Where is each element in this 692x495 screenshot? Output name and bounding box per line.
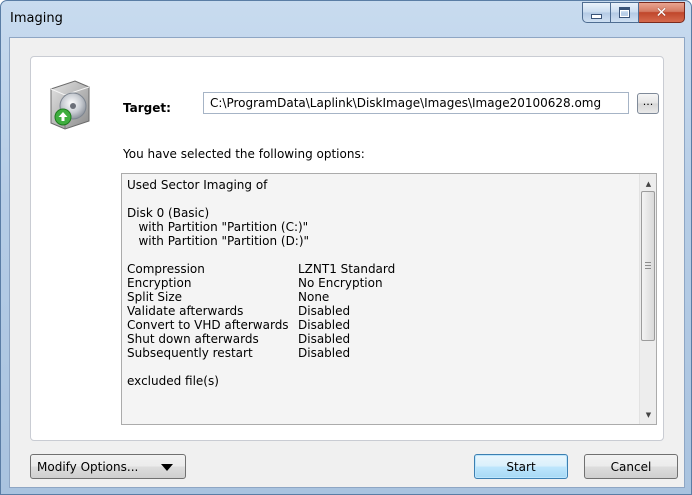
summary-content: Used Sector Imaging of Disk 0 (Basic) wi… <box>127 178 395 388</box>
scrollbar-thumb[interactable] <box>641 191 655 341</box>
setting-row: Subsequently restart Disabled <box>127 346 395 360</box>
cancel-button[interactable]: Cancel <box>584 454 678 479</box>
setting-row: Compression LZNT1 Standard <box>127 262 395 276</box>
browse-button[interactable]: ... <box>637 93 659 114</box>
setting-row: Encryption No Encryption <box>127 276 395 290</box>
setting-name: Split Size <box>127 290 183 304</box>
minimize-icon <box>591 13 602 19</box>
scroll-down-icon[interactable]: ▼ <box>640 406 656 423</box>
summary-header: Used Sector Imaging of <box>127 178 268 192</box>
modify-options-label: Modify Options... <box>37 459 139 474</box>
cancel-label: Cancel <box>610 459 652 474</box>
options-panel: Target: C:\ProgramData\Laplink\DiskImage… <box>30 56 664 441</box>
setting-value: Disabled <box>298 318 351 332</box>
setting-value: Disabled <box>298 304 351 318</box>
setting-name: Encryption <box>127 276 192 290</box>
selected-options-caption: You have selected the following options: <box>123 147 365 161</box>
disk-image-icon <box>50 80 90 130</box>
title-bar[interactable]: Imaging ✕ <box>1 1 691 37</box>
scrollbar-grip <box>645 262 651 271</box>
modify-options-button[interactable]: Modify Options... <box>30 454 186 479</box>
setting-row: Validate afterwards Disabled <box>127 304 395 318</box>
setting-row: Split Size None <box>127 290 395 304</box>
start-button[interactable]: Start <box>474 454 568 479</box>
close-icon: ✕ <box>655 4 668 21</box>
setting-name: Validate afterwards <box>127 304 244 318</box>
disk-line: Disk 0 (Basic) <box>127 206 210 220</box>
setting-name: Compression <box>127 262 205 276</box>
target-label: Target: <box>123 101 171 115</box>
setting-name: Subsequently restart <box>127 346 253 360</box>
dropdown-arrow-icon <box>161 464 173 471</box>
window-title: Imaging <box>10 11 63 26</box>
target-path-field[interactable]: C:\ProgramData\Laplink\DiskImage\Images\… <box>203 92 629 114</box>
caption-buttons: ✕ <box>582 2 685 23</box>
setting-row: Shut down afterwards Disabled <box>127 332 395 346</box>
start-label: Start <box>506 459 536 474</box>
options-summary-box[interactable]: Used Sector Imaging of Disk 0 (Basic) wi… <box>121 173 657 425</box>
setting-row: Convert to VHD afterwards Disabled <box>127 318 395 332</box>
partition-line: with Partition "Partition (D:)" <box>127 234 310 248</box>
vertical-scrollbar[interactable]: ▲ ▼ <box>639 174 656 424</box>
setting-value: LZNT1 Standard <box>298 262 396 276</box>
partition-line: with Partition "Partition (C:)" <box>127 220 309 234</box>
maximize-button[interactable] <box>611 2 639 23</box>
setting-value: No Encryption <box>298 276 383 290</box>
close-button[interactable]: ✕ <box>639 2 685 23</box>
setting-value: None <box>298 290 330 304</box>
minimize-button[interactable] <box>582 2 611 23</box>
excluded-files-line: excluded file(s) <box>127 374 219 388</box>
setting-name: Shut down afterwards <box>127 332 259 346</box>
setting-value: Disabled <box>298 332 351 346</box>
maximize-icon <box>619 7 630 18</box>
setting-name: Convert to VHD afterwards <box>127 318 289 332</box>
scroll-up-icon[interactable]: ▲ <box>640 175 656 192</box>
dialog-client-area: Target: C:\ProgramData\Laplink\DiskImage… <box>9 37 685 488</box>
setting-value: Disabled <box>298 346 351 360</box>
imaging-window: Imaging ✕ Target: C:\ProgramData\Laplink… <box>0 0 692 495</box>
